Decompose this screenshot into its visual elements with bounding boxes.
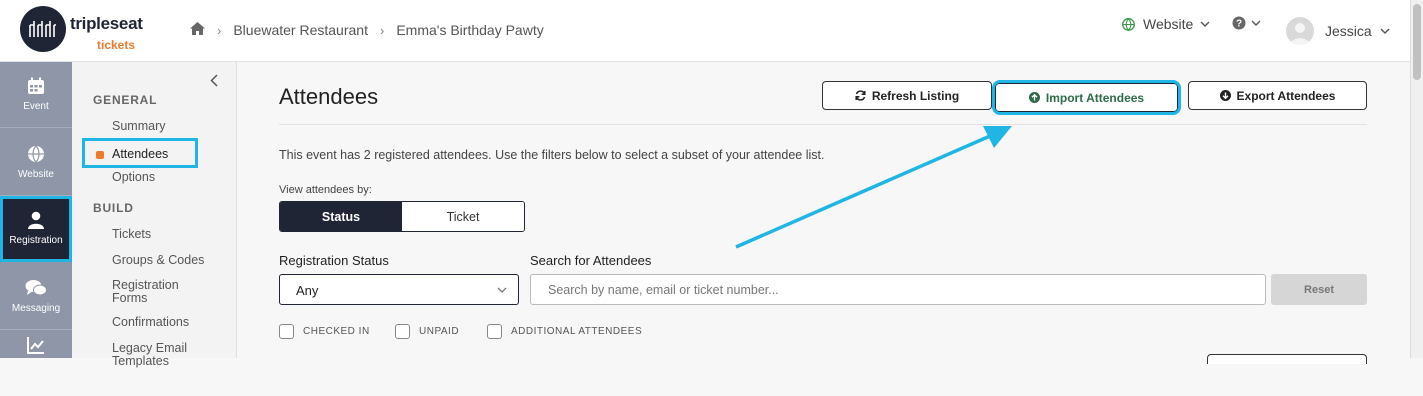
rail-item-reports[interactable] — [0, 330, 72, 396]
help-menu[interactable]: ? — [1232, 16, 1261, 30]
calendar-icon — [28, 77, 44, 94]
checkbox-box[interactable] — [487, 324, 502, 339]
rail-label: Event — [23, 101, 49, 112]
divider — [279, 124, 1367, 125]
export-label: Export Attendees — [1236, 88, 1336, 103]
user-menu[interactable]: Jessica — [1286, 17, 1390, 45]
checkbox-label: CHECKED IN — [303, 326, 370, 337]
user-name: Jessica — [1325, 23, 1372, 39]
subnav-registration-forms[interactable]: Registration Forms — [112, 279, 212, 305]
checkbox-label: ADDITIONAL ATTENDEES — [511, 326, 643, 337]
help-icon: ? — [1232, 16, 1246, 30]
registration-status-label: Registration Status — [279, 253, 389, 268]
refresh-listing-button[interactable]: Refresh Listing — [822, 81, 992, 110]
brand-sub: tickets — [97, 38, 136, 52]
subnav-attendees-highlight[interactable]: Attendees — [82, 138, 198, 168]
refresh-icon — [855, 90, 866, 101]
chevron-down-icon — [497, 287, 507, 293]
sub-nav: GENERAL Summary Attendees Options BUILD … — [72, 62, 237, 368]
scroll-thumb[interactable] — [1413, 4, 1421, 80]
rail-nav: Event Website Registration Messaging — [0, 62, 72, 358]
logo-icon[interactable] — [20, 6, 66, 52]
view-status-button[interactable]: Status — [280, 202, 402, 231]
breadcrumb-restaurant[interactable]: Bluewater Restaurant — [233, 22, 368, 38]
brand-name: tripleseat — [70, 14, 143, 33]
checkbox-box[interactable] — [395, 324, 410, 339]
chat-icon — [25, 280, 47, 296]
search-input[interactable]: Search by name, email or ticket number..… — [530, 274, 1266, 305]
subnav-groups-codes[interactable]: Groups & Codes — [112, 254, 204, 267]
scrollbar[interactable] — [1410, 0, 1423, 358]
partial-button[interactable] — [1207, 354, 1367, 364]
general-heading: GENERAL — [93, 93, 158, 107]
export-attendees-button[interactable]: Export Attendees — [1188, 81, 1367, 110]
chevron-down-icon — [1200, 21, 1210, 27]
download-circle-icon — [1219, 90, 1231, 101]
refresh-label: Refresh Listing — [871, 88, 960, 103]
search-label: Search for Attendees — [530, 253, 652, 268]
rail-label: Registration — [9, 235, 63, 246]
globe-icon — [1122, 17, 1135, 31]
subnav-confirmations[interactable]: Confirmations — [112, 316, 189, 329]
view-ticket-button[interactable]: Ticket — [402, 202, 524, 231]
subnav-tickets[interactable]: Tickets — [112, 228, 151, 241]
chevron-down-icon — [1251, 20, 1261, 26]
collapse-chevron-icon[interactable] — [210, 74, 218, 92]
attendee-count-info: This event has 2 registered attendees. U… — [279, 148, 825, 162]
chart-icon — [27, 337, 44, 354]
active-dot — [96, 151, 104, 159]
main-content: Attendees Refresh Listing Import Attende… — [237, 62, 1410, 364]
person-icon — [28, 211, 44, 229]
breadcrumb: › Bluewater Restaurant › Emma's Birthday… — [190, 22, 544, 38]
avatar — [1286, 17, 1314, 45]
select-value: Any — [296, 283, 319, 298]
website-label: Website — [1143, 16, 1194, 32]
checkbox-unpaid[interactable]: UNPAID — [395, 324, 459, 339]
chevron-right-icon: › — [379, 22, 385, 38]
rail-item-website[interactable]: Website — [0, 130, 72, 196]
website-menu[interactable]: Website — [1122, 16, 1210, 32]
rail-label: Website — [18, 169, 54, 180]
rail-item-messaging[interactable]: Messaging — [0, 264, 72, 330]
rail-item-event[interactable]: Event — [0, 62, 72, 128]
checkbox-label: UNPAID — [419, 326, 460, 337]
page-title: Attendees — [279, 84, 379, 109]
checkbox-checked-in[interactable]: CHECKED IN — [279, 324, 370, 339]
svg-text:?: ? — [1236, 19, 1242, 30]
subnav-attendees[interactable]: Attendees — [112, 147, 168, 161]
chevron-down-icon — [1380, 28, 1390, 34]
view-toggle: Status Ticket — [279, 201, 525, 232]
build-heading: BUILD — [93, 201, 134, 215]
import-highlight-box — [992, 80, 1181, 115]
checkbox-box[interactable] — [279, 324, 294, 339]
subnav-options[interactable]: Options — [112, 171, 155, 184]
globe-icon — [28, 145, 44, 163]
rail-item-registration[interactable]: Registration — [0, 196, 72, 262]
search-placeholder: Search by name, email or ticket number..… — [548, 283, 779, 297]
view-by-label: View attendees by: — [279, 184, 372, 196]
top-bar: tripleseat tickets › Bluewater Restauran… — [0, 0, 1410, 62]
home-icon[interactable] — [190, 22, 205, 38]
rail-label: Messaging — [11, 303, 61, 314]
subnav-legacy-email[interactable]: Legacy Email Templates — [112, 342, 212, 368]
checkbox-additional-attendees[interactable]: ADDITIONAL ATTENDEES — [487, 324, 642, 339]
reset-button[interactable]: Reset — [1271, 274, 1367, 305]
subnav-summary[interactable]: Summary — [112, 120, 165, 133]
breadcrumb-event[interactable]: Emma's Birthday Pawty — [396, 22, 543, 38]
registration-status-select[interactable]: Any — [279, 274, 519, 305]
chevron-right-icon: › — [217, 22, 222, 38]
